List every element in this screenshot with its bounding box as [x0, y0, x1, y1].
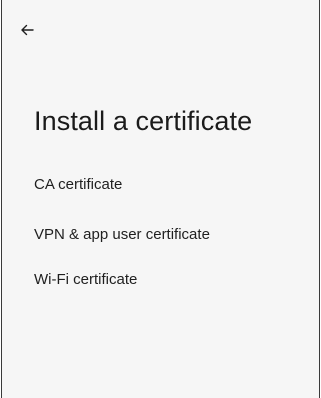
wifi-certificate-option[interactable]: Wi-Fi certificate: [2, 255, 319, 300]
back-button[interactable]: [20, 14, 52, 46]
vpn-app-user-certificate-option[interactable]: VPN & app user certificate: [2, 210, 319, 255]
arrow-back-icon: [20, 23, 34, 37]
certificate-option-list: CA certificate VPN & app user certificat…: [2, 160, 319, 300]
settings-screen: Install a certificate CA certificate VPN…: [1, 0, 320, 398]
page-title: Install a certificate: [34, 106, 253, 136]
ca-certificate-option[interactable]: CA certificate: [2, 160, 319, 210]
